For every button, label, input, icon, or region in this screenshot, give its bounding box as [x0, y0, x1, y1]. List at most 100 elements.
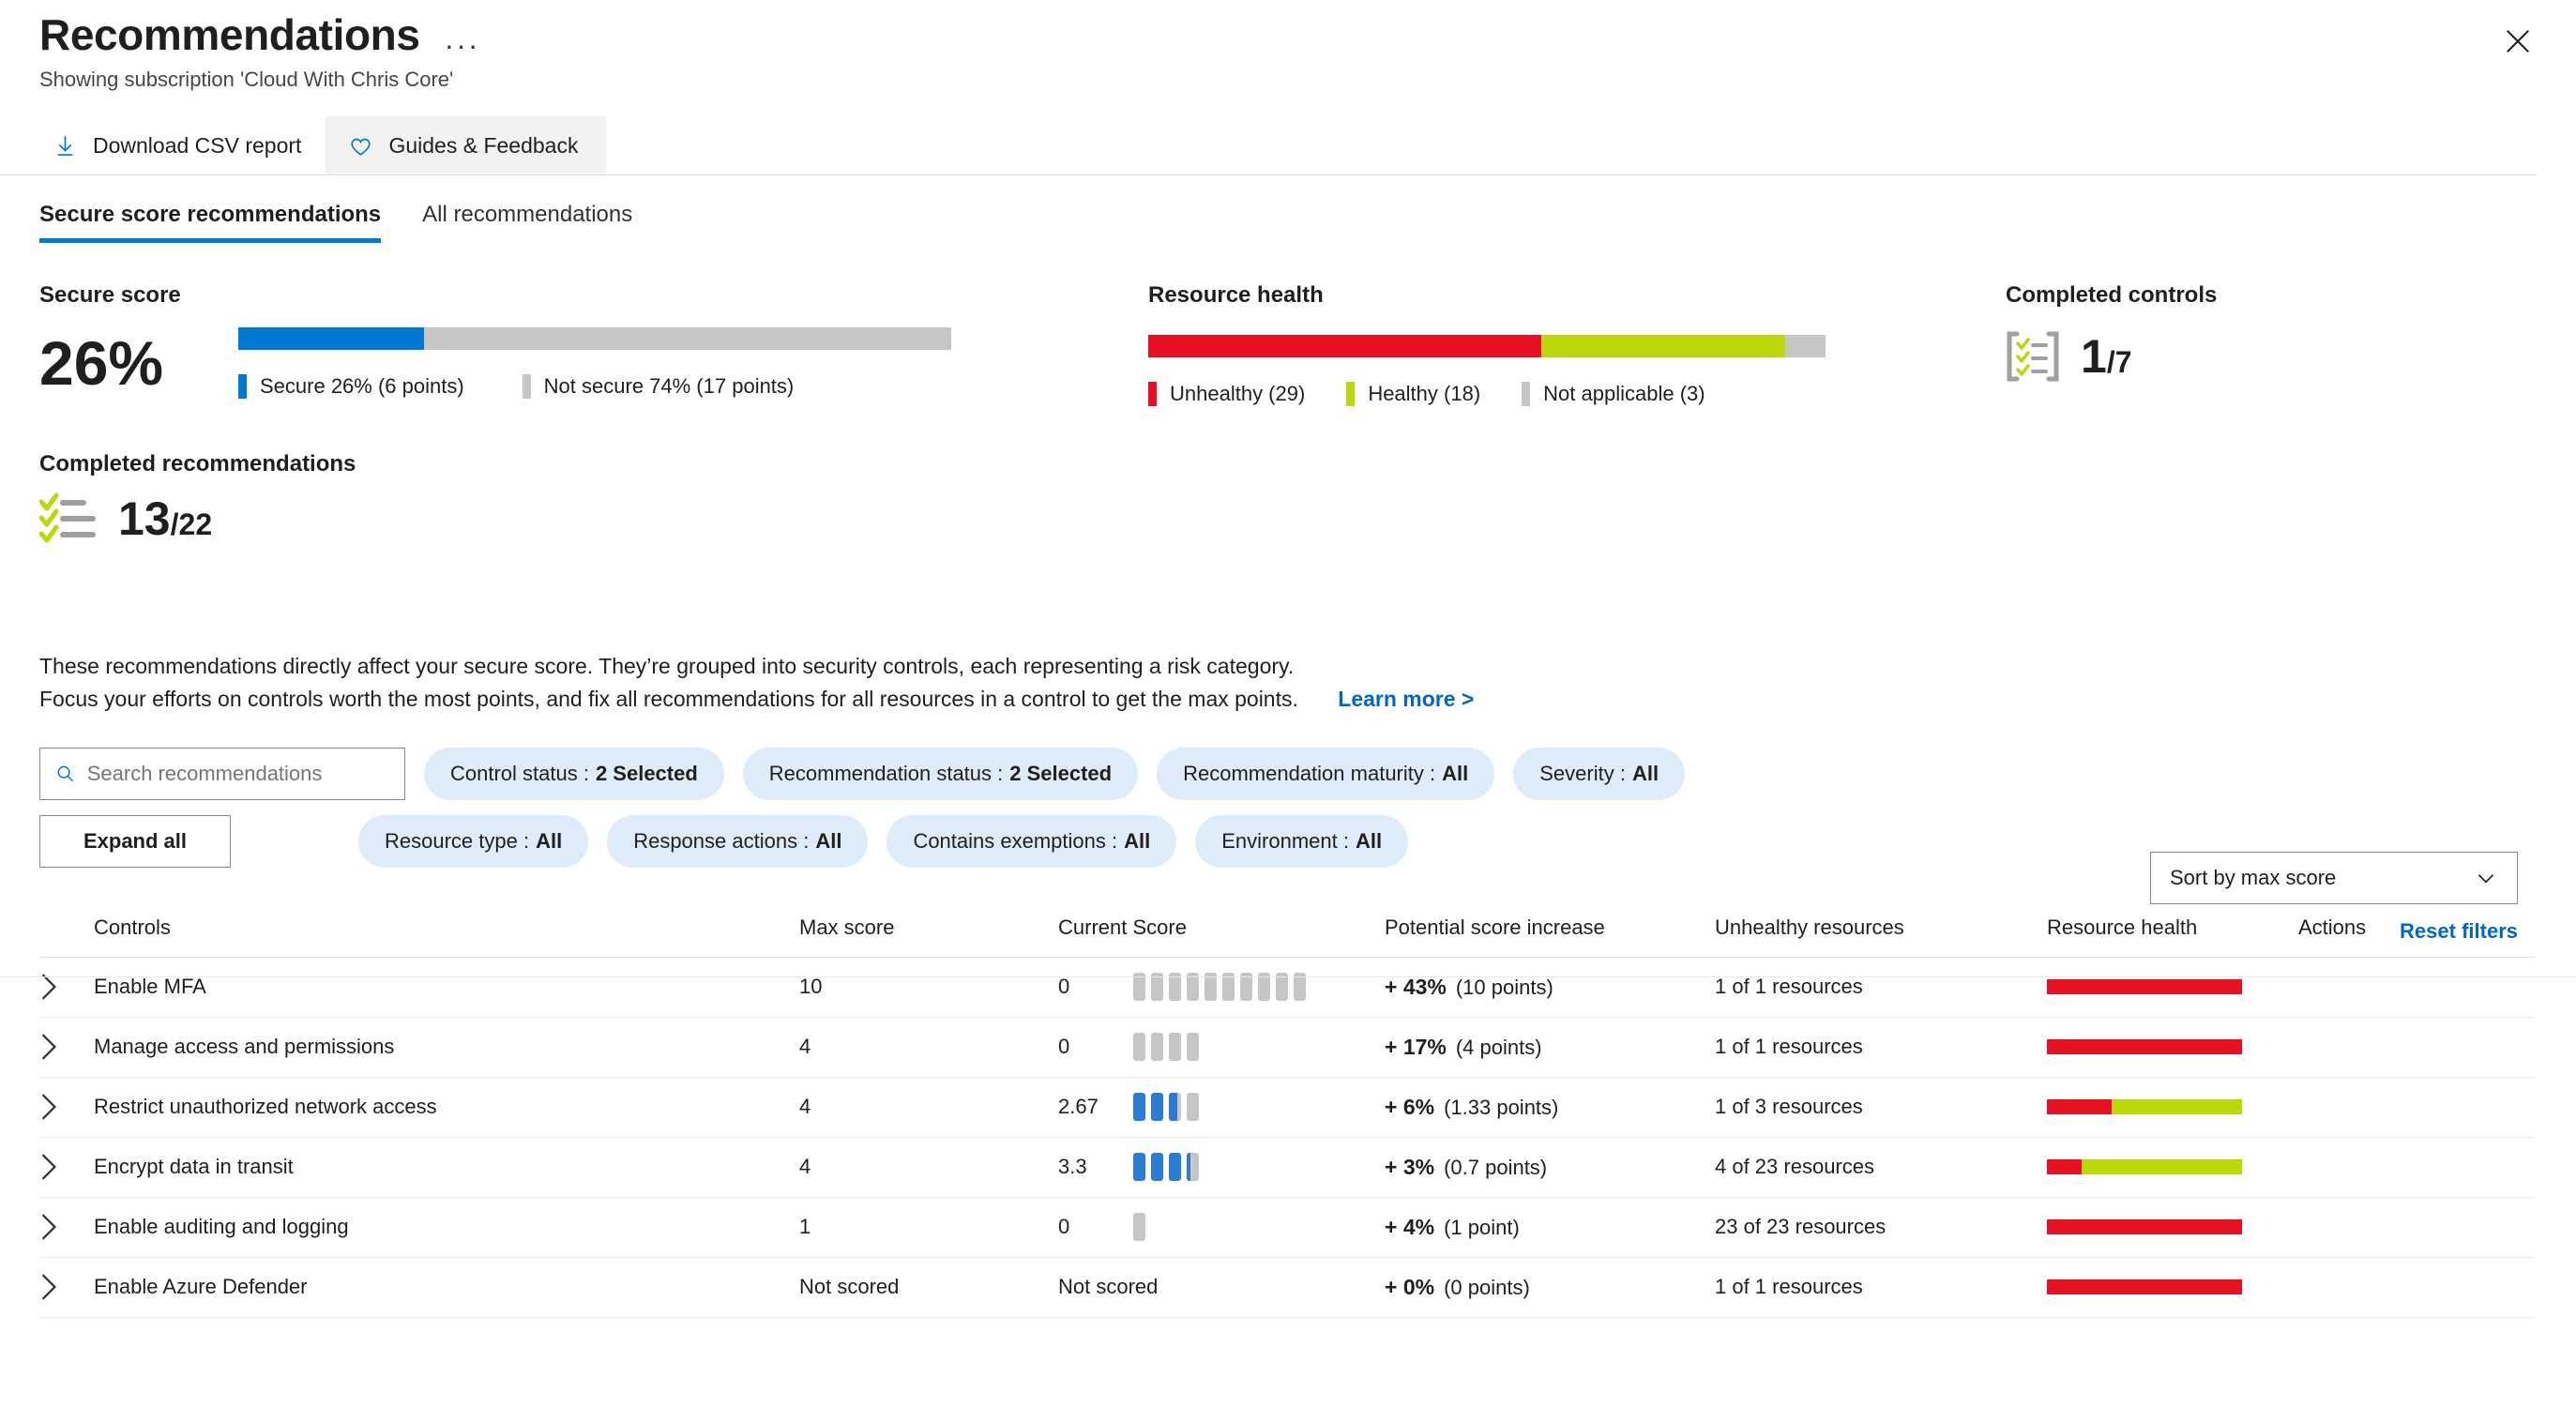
tab-secure-score-recommendations[interactable]: Secure score recommendations — [39, 202, 382, 243]
table-row[interactable]: Manage access and permissions 4 0 + 17% (4 p… — [39, 1018, 2535, 1078]
filter-pills-row-2: Resource type : All Response actions : All C… — [358, 814, 1409, 868]
legend-label: Healthy (18) — [1368, 382, 1481, 405]
filter-pill-contains-exemptions[interactable]: Contains exemptions : All — [886, 814, 1177, 868]
sort-by-select[interactable]: Sort by max score — [2150, 852, 2518, 904]
chevron-right-icon — [41, 1154, 56, 1180]
potential-score-points: (1.33 points) — [1444, 1095, 1559, 1119]
expand-row-chevron[interactable] — [39, 1032, 94, 1062]
completed-recommendations-numerator: 13 — [118, 492, 171, 545]
filter-pill-environment[interactable]: Environment : All — [1195, 814, 1409, 868]
completed-controls-card: Completed controls 1/7 — [2006, 282, 2217, 382]
table-body: Enable MFA 10 0 + 43% (10 points) 1 of 1 reso… — [39, 958, 2535, 1318]
completed-controls-denominator: /7 — [2106, 345, 2132, 379]
resource-health-heading: Resource health — [1148, 282, 1324, 308]
table-row[interactable]: Enable MFA 10 0 + 43% (10 points) 1 of 1 reso… — [39, 958, 2535, 1018]
column-header-resource-health: Resource health — [2047, 915, 2198, 940]
chevron-right-icon — [41, 1094, 56, 1120]
filter-pill-value: All — [1355, 828, 1383, 853]
command-bar: Download CSV report Guides & Feedback — [39, 116, 2576, 174]
expand-row-chevron[interactable] — [39, 1152, 94, 1182]
score-segment-fill — [1187, 1153, 1190, 1182]
completed-recommendations-value: 13/22 — [118, 495, 212, 542]
resource-health-cell — [2047, 1219, 2298, 1235]
expand-row-chevron[interactable] — [39, 1092, 94, 1122]
resource-health-legend: Unhealthy (29) Healthy (18) Not applicable… — [1148, 382, 1861, 406]
resource-health-segment-1 — [1540, 335, 1785, 357]
sort-by-label: Sort by max score — [2170, 866, 2337, 889]
expand-all-button[interactable]: Expand all — [39, 814, 231, 868]
secure-score-heading: Secure score — [39, 282, 181, 308]
controls-checklist-icon — [2007, 331, 2059, 382]
filter-pill-value: 2 Selected — [595, 761, 698, 785]
table-row[interactable]: Enable Azure Defender Not scored Not score… — [39, 1258, 2535, 1318]
table-header-row: Controls Max score Current Score Potenti… — [39, 900, 2535, 958]
potential-score-increase-cell: + 6% (1.33 points) — [1385, 1095, 1715, 1120]
row-resource-health-bar — [2047, 1099, 2242, 1115]
row-resource-health-bar — [2047, 979, 2242, 995]
filter-pill-severity[interactable]: Severity : All — [1513, 747, 1686, 800]
filter-pill-response-actions[interactable]: Response actions : All — [607, 814, 869, 868]
table-row[interactable]: Restrict unauthorized network access 4 2.6… — [39, 1078, 2535, 1138]
filter-pill-control-status[interactable]: Control status :2 Selected — [424, 747, 724, 800]
score-segment — [1133, 1153, 1145, 1182]
chevron-down-icon — [2478, 874, 2494, 884]
max-score-value: 10 — [799, 975, 823, 999]
score-segment-fill — [1133, 1153, 1145, 1182]
potential-score-percent: + 3% — [1385, 1154, 1435, 1179]
expand-row-chevron[interactable] — [39, 1212, 94, 1242]
completed-controls-heading: Completed controls — [2006, 282, 2218, 308]
guides-feedback-label: Guides & Feedback — [388, 132, 579, 158]
resource-health-cell — [2047, 979, 2298, 995]
score-segment-fill — [1169, 1153, 1181, 1182]
score-segment — [1187, 1153, 1199, 1182]
learn-more-link[interactable]: Learn more > — [1338, 687, 1474, 711]
guides-and-feedback-button[interactable]: Guides & Feedback — [326, 116, 607, 174]
download-icon — [57, 135, 73, 156]
completed-recommendations-card: Completed recommendations 13/22 — [39, 451, 356, 545]
filter-pills-row-1: Control status :2 Selected Recommendation… — [424, 747, 1686, 800]
search-input[interactable] — [86, 761, 389, 786]
completed-recommendations-denominator: /22 — [170, 507, 213, 541]
unhealthy-resources-value: 23 of 23 resources — [1715, 1215, 1887, 1239]
column-header-controls: Controls — [94, 915, 171, 940]
filter-pill-name: Severity : — [1539, 761, 1626, 785]
close-button[interactable] — [2497, 21, 2538, 62]
legend-not-secure-swatch — [522, 374, 531, 399]
legend-not-secure: Not secure 74% (17 points) — [522, 374, 794, 399]
potential-score-points: (1 point) — [1444, 1215, 1520, 1239]
score-segment — [1169, 1153, 1181, 1182]
filter-pill-recommendation-status[interactable]: Recommendation status :2 Selected — [742, 747, 1139, 800]
filter-pill-recommendation-maturity[interactable]: Recommendation maturity : All — [1157, 747, 1495, 800]
potential-score-increase-cell: + 0% (0 points) — [1385, 1275, 1715, 1300]
row-resource-health-bar — [2047, 1039, 2242, 1055]
search-recommendations-box[interactable] — [39, 747, 405, 800]
score-segment — [1169, 1033, 1181, 1062]
completed-controls-numerator: 1 — [2081, 330, 2107, 383]
secure-score-legend: Secure 26% (6 points) Not secure 74% (17… — [238, 374, 951, 399]
expand-row-chevron[interactable] — [39, 1272, 94, 1302]
filter-pill-name: Control status : — [450, 761, 589, 785]
legend-label: Unhealthy (29) — [1170, 382, 1306, 405]
more-options-button[interactable]: ··· — [445, 30, 480, 60]
control-name: Restrict unauthorized network access — [94, 1095, 437, 1119]
potential-score-increase-cell: + 43% (10 points) — [1385, 975, 1715, 1000]
legend-secure: Secure 26% (6 points) — [238, 374, 464, 399]
current-score-cell: 0 — [1058, 1033, 1385, 1062]
current-score-segments — [1133, 1093, 1199, 1122]
page-header: Recommendations ··· Showing subscription… — [39, 0, 2576, 92]
filter-pill-name: Resource type : — [385, 828, 530, 853]
filter-pill-resource-type[interactable]: Resource type : All — [358, 814, 589, 868]
subscription-subtitle: Showing subscription 'Cloud With Chris C… — [39, 68, 454, 91]
table-row[interactable]: Enable auditing and logging 1 0 + 4% (1 poin… — [39, 1198, 2535, 1258]
potential-score-percent: + 6% — [1385, 1094, 1435, 1119]
tab-all-recommendations[interactable]: All recommendations — [422, 202, 632, 243]
download-csv-report-button[interactable]: Download CSV report — [39, 116, 326, 174]
current-score-value: 0 — [1058, 975, 1070, 999]
row-health-segment — [2047, 1159, 2083, 1175]
table-row[interactable]: Encrypt data in transit 4 3.3 + 3% (0.7 poin… — [39, 1138, 2535, 1198]
reset-filters-link[interactable]: Reset filters — [2400, 919, 2518, 944]
control-name: Enable auditing and logging — [94, 1215, 349, 1239]
score-segment — [1151, 1033, 1163, 1062]
filter-pill-name: Environment : — [1221, 828, 1349, 853]
secure-score-bar-remainder — [423, 327, 951, 350]
